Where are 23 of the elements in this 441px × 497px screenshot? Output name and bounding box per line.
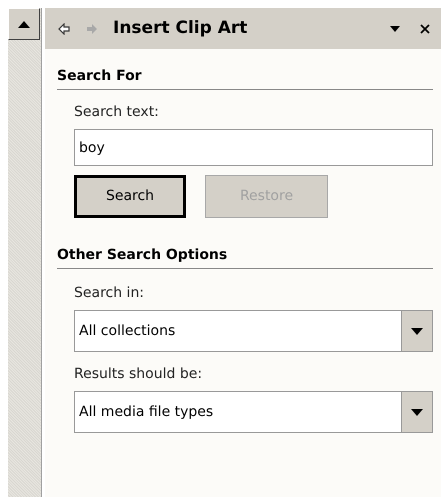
caret-icon: [411, 328, 423, 334]
back-arrow-icon: [58, 22, 70, 34]
caret-icon: [411, 408, 423, 416]
section-heading: Search For: [57, 68, 142, 84]
dropdown-arrow-button[interactable]: [401, 392, 432, 432]
pane-button[interactable]: Search: [74, 175, 186, 218]
dropdown-value: All collections: [78, 322, 176, 340]
dropdown[interactable]: All collections: [74, 310, 433, 352]
search-text-field[interactable]: boy: [74, 129, 433, 166]
close-icon: [420, 24, 430, 34]
forward-arrow-icon: [86, 22, 98, 34]
dropdown-value: All media file types: [78, 402, 214, 422]
field-label: Search text:: [74, 103, 160, 122]
field-label: Results should be:: [74, 365, 204, 384]
scroll-up-button[interactable]: [8, 8, 40, 40]
caret-icon: [390, 26, 400, 32]
dropdown[interactable]: All media file types: [74, 391, 433, 433]
section-heading: Other Search Options: [57, 247, 228, 263]
back-button[interactable]: [57, 22, 71, 36]
up-arrow-icon: [18, 20, 30, 28]
field-label: Search in:: [74, 284, 146, 303]
pane-title: Insert Clip Art: [113, 16, 248, 40]
dropdown-arrow-button[interactable]: [401, 311, 432, 351]
